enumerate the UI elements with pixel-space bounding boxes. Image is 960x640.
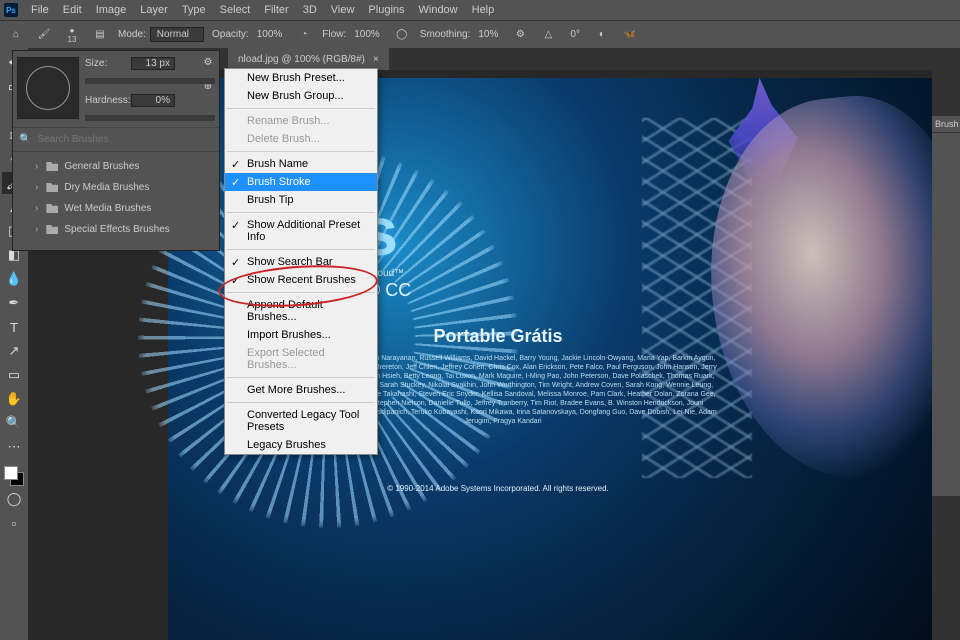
menu-separator: [227, 151, 375, 152]
menu-item[interactable]: New Brush Preset...: [225, 69, 377, 87]
menu-select[interactable]: Select: [213, 4, 258, 16]
splash-copyright: © 1990-2014 Adobe Systems Incorporated. …: [328, 484, 668, 493]
menu-item: Delete Brush...: [225, 130, 377, 148]
zoom-tool[interactable]: 🔍: [2, 412, 26, 434]
brush-panel-header[interactable]: Brush: [932, 116, 960, 133]
more-tools[interactable]: ⋯: [2, 436, 26, 458]
menu-separator: [227, 377, 375, 378]
menu-bar: Ps File Edit Image Layer Type Select Fil…: [0, 0, 960, 20]
smoothing-value[interactable]: 10%: [474, 28, 502, 41]
menu-image[interactable]: Image: [89, 4, 134, 16]
menu-separator: [227, 292, 375, 293]
size-slider[interactable]: [85, 78, 215, 84]
symmetry-icon[interactable]: 🦋: [620, 25, 640, 45]
splash-title: Portable Grátis: [328, 326, 668, 347]
brush-folder[interactable]: Special Effects Brushes: [13, 219, 219, 240]
menu-separator: [227, 249, 375, 250]
menu-separator: [227, 108, 375, 109]
menu-item[interactable]: Get More Brushes...: [225, 381, 377, 399]
smoothing-label: Smoothing:: [420, 29, 471, 40]
menu-3d[interactable]: 3D: [296, 4, 324, 16]
angle-value[interactable]: 0°: [566, 28, 584, 41]
mode-dropdown[interactable]: Normal: [150, 27, 204, 42]
search-input[interactable]: [37, 134, 213, 145]
folder-icon: [46, 183, 58, 192]
size-label: Size:: [85, 58, 131, 69]
folder-icon: [46, 162, 58, 171]
brush-folder[interactable]: Dry Media Brushes: [13, 177, 219, 198]
opacity-label: Opacity:: [212, 29, 249, 40]
home-icon[interactable]: ⌂: [6, 25, 26, 45]
brush-settings-menu: New Brush Preset...New Brush Group... Ren…: [224, 68, 378, 455]
brush-folder[interactable]: General Brushes: [13, 156, 219, 177]
menu-help[interactable]: Help: [465, 4, 502, 16]
type-tool[interactable]: T: [2, 316, 26, 338]
blur-tool[interactable]: 💧: [2, 268, 26, 290]
options-bar: ⌂ 🖌 ●13 ▤ Mode: Normal Opacity: 100% ◔ Flo…: [0, 20, 960, 48]
menu-item[interactable]: New Brush Group...: [225, 87, 377, 105]
flow-label: Flow:: [322, 29, 346, 40]
menu-item[interactable]: Append Default Brushes...: [225, 296, 377, 326]
brush-folder[interactable]: Wet Media Brushes: [13, 198, 219, 219]
folder-icon: [46, 225, 58, 234]
folder-icon: [46, 204, 58, 213]
menu-separator: [227, 402, 375, 403]
menu-separator: [227, 212, 375, 213]
quick-mask-icon[interactable]: ◯: [2, 488, 26, 510]
brush-preset-picker[interactable]: ●13: [62, 25, 82, 45]
hardness-slider[interactable]: [85, 115, 215, 121]
panel-gear-icon[interactable]: ⚙: [201, 55, 215, 69]
right-panels-dock: Brush: [932, 116, 960, 496]
color-swatch[interactable]: [4, 466, 24, 486]
menu-item: Rename Brush...: [225, 112, 377, 130]
screen-mode-icon[interactable]: ▫: [2, 512, 26, 534]
search-icon: 🔍: [19, 134, 31, 145]
menu-view[interactable]: View: [324, 4, 362, 16]
shape-tool[interactable]: ▭: [2, 364, 26, 386]
flow-value[interactable]: 100%: [350, 28, 384, 41]
menu-layer[interactable]: Layer: [133, 4, 175, 16]
menu-window[interactable]: Window: [412, 4, 465, 16]
menu-item[interactable]: Brush Stroke: [225, 173, 377, 191]
document-tab-label: nload.jpg @ 100% (RGB/8#): [238, 54, 365, 65]
size-value[interactable]: 13 px: [131, 57, 175, 70]
app-logo: Ps: [4, 3, 18, 17]
brush-folder-list: General Brushes Dry Media Brushes Wet Me…: [13, 152, 219, 250]
smoothing-options-icon[interactable]: ⚙: [510, 25, 530, 45]
brush-panel-toggle-icon[interactable]: ▤: [90, 25, 110, 45]
close-tab-icon[interactable]: ×: [373, 54, 379, 65]
airbrush-icon[interactable]: ◯: [392, 25, 412, 45]
menu-item[interactable]: Brush Name: [225, 155, 377, 173]
brush-preview: [17, 57, 79, 119]
angle-icon[interactable]: △: [538, 25, 558, 45]
menu-item[interactable]: Converted Legacy Tool Presets: [225, 406, 377, 436]
menu-item: Export Selected Brushes...: [225, 344, 377, 374]
menu-item[interactable]: Legacy Brushes: [225, 436, 377, 454]
menu-type[interactable]: Type: [175, 4, 213, 16]
mode-label: Mode:: [118, 29, 146, 40]
pressure-opacity-icon[interactable]: ◔: [294, 25, 314, 45]
menu-filter[interactable]: Filter: [257, 4, 295, 16]
path-tool[interactable]: ↗: [2, 340, 26, 362]
hand-tool[interactable]: ✋: [2, 388, 26, 410]
menu-item[interactable]: Show Search Bar: [225, 253, 377, 271]
hardness-value[interactable]: 0%: [131, 94, 175, 107]
menu-edit[interactable]: Edit: [56, 4, 89, 16]
menu-plugins[interactable]: Plugins: [361, 4, 411, 16]
brush-tool-icon[interactable]: 🖌: [34, 25, 54, 45]
document-tab[interactable]: nload.jpg @ 100% (RGB/8#) ×: [228, 48, 389, 70]
pressure-size-icon[interactable]: ◐: [592, 25, 612, 45]
menu-item[interactable]: Brush Tip: [225, 191, 377, 209]
brush-preset-panel: ⚙ ⊕ Size:13 px Hardness:0% 🔍 General Bru…: [12, 50, 220, 251]
menu-item[interactable]: Show Additional Preset Info: [225, 216, 377, 246]
opacity-value[interactable]: 100%: [253, 28, 287, 41]
hardness-label: Hardness:: [85, 95, 131, 106]
menu-item[interactable]: Import Brushes...: [225, 326, 377, 344]
pen-tool[interactable]: ✒: [2, 292, 26, 314]
menu-item[interactable]: Show Recent Brushes: [225, 271, 377, 289]
menu-file[interactable]: File: [24, 4, 56, 16]
